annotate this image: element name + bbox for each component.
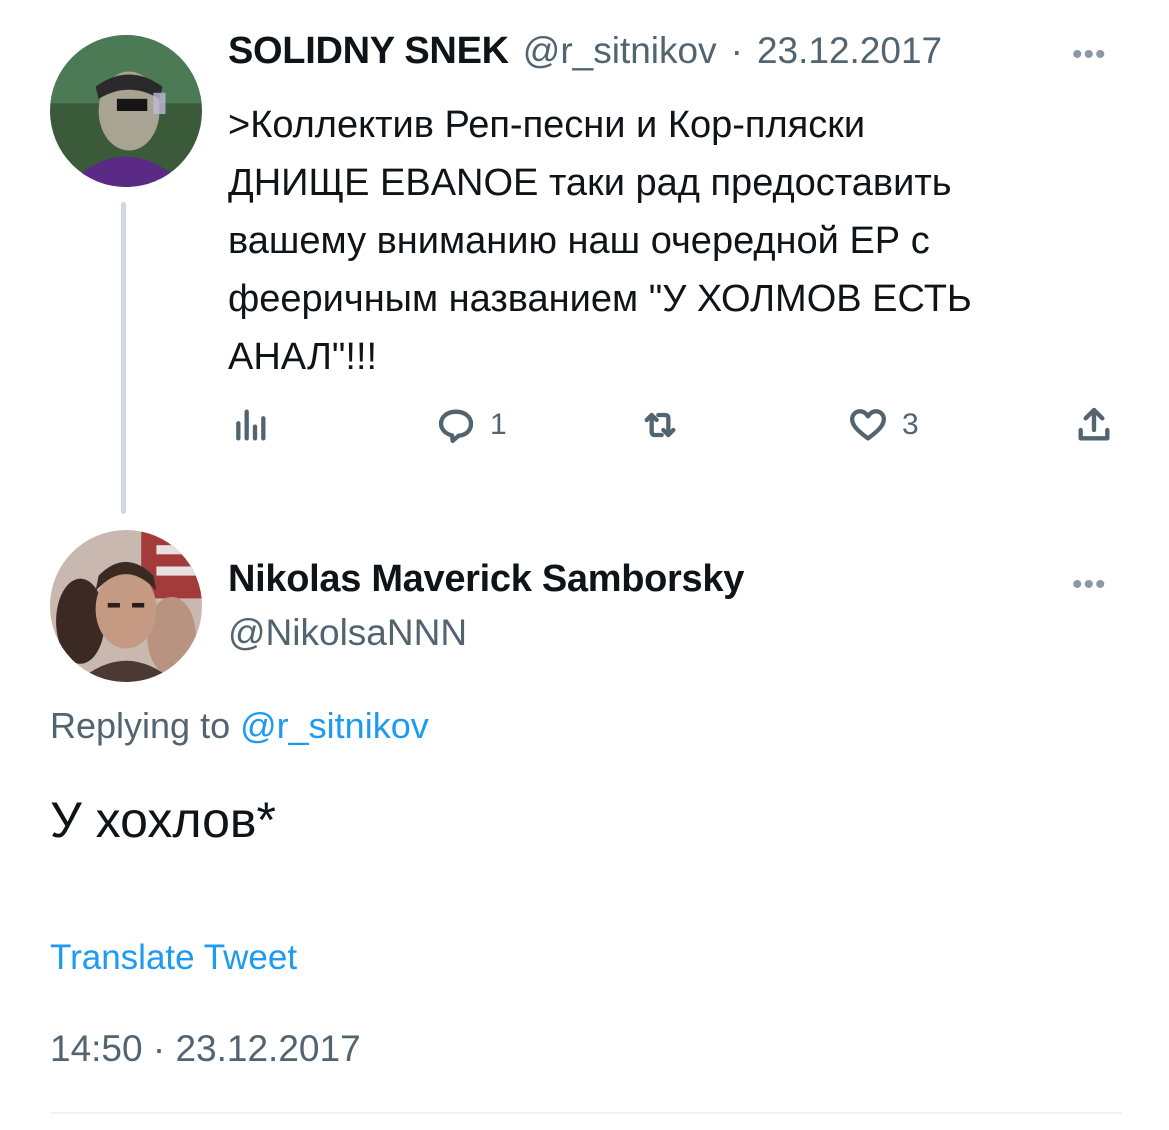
replying-to-context: Replying to @r_sitnikov	[50, 705, 429, 747]
avatar-nikolas[interactable]	[50, 530, 202, 682]
avatar-solidny-snek[interactable]	[50, 35, 202, 187]
tweet-timestamp[interactable]: 14:50 · 23.12.2017	[50, 1028, 361, 1070]
share-button[interactable]	[1074, 405, 1114, 445]
avatar-image	[50, 530, 202, 682]
parent-tweet-text: >Коллектив Реп-песни и Кор-пляски ДНИЩЕ …	[228, 104, 972, 378]
parent-display-name[interactable]: SOLIDNY SNEK	[228, 30, 509, 73]
parent-more-icon[interactable]: •••	[1072, 40, 1107, 70]
separator-dot: ·	[730, 30, 743, 71]
like-count: 3	[902, 408, 919, 441]
replying-to-handle-link[interactable]: @r_sitnikov	[240, 705, 429, 746]
reply-display-name[interactable]: Nikolas Maverick Samborsky	[228, 558, 744, 601]
thread-connector-line	[121, 202, 126, 514]
translate-tweet-link[interactable]: Translate Tweet	[50, 938, 297, 978]
heart-icon	[850, 409, 886, 441]
reply-handle[interactable]: @NikolsaNNN	[228, 612, 467, 654]
views-button[interactable]	[230, 405, 270, 445]
reply-more-icon[interactable]: •••	[1072, 570, 1107, 600]
bar-chart-icon	[236, 409, 266, 441]
like-button[interactable]: 3	[848, 405, 919, 445]
reply-tweet-text: У хохлов*	[50, 792, 276, 848]
reply-button[interactable]: 1	[436, 405, 507, 445]
bottom-divider	[50, 1112, 1122, 1114]
share-icon	[1078, 407, 1110, 441]
reply-count: 1	[490, 408, 507, 441]
parent-date[interactable]: 23.12.2017	[757, 30, 942, 72]
retweet-icon	[644, 412, 676, 438]
retweet-button[interactable]	[640, 405, 680, 445]
parent-handle[interactable]: @r_sitnikov	[523, 30, 717, 72]
reply-bubble-icon	[438, 409, 474, 443]
avatar-image	[50, 35, 202, 187]
replying-to-label: Replying to	[50, 705, 231, 746]
